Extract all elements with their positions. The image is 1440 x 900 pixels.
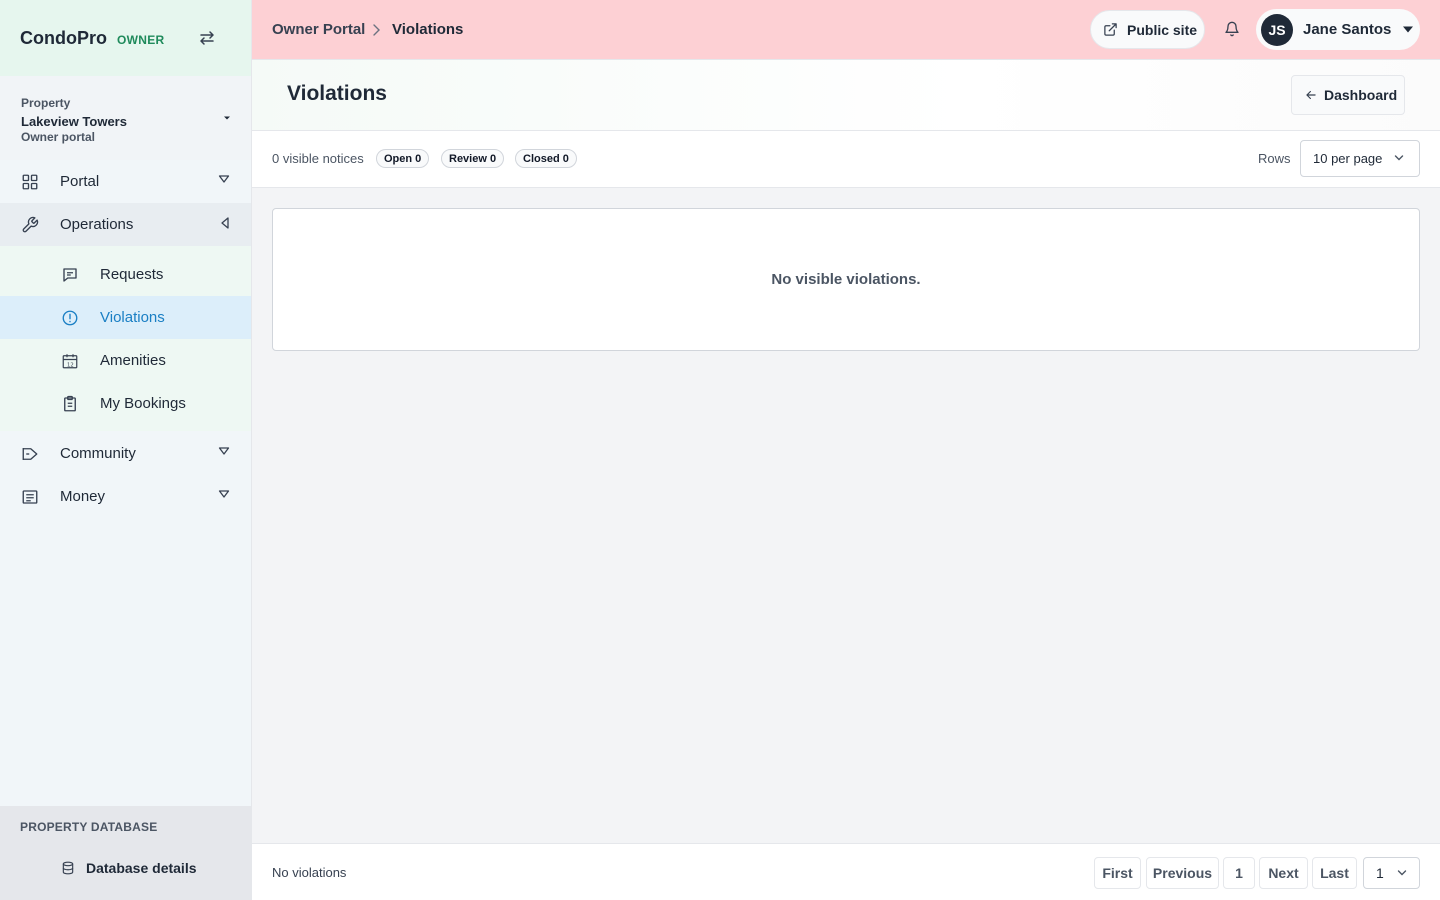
swap-icon[interactable] (196, 27, 218, 49)
operations-submenu: Requests Violations 12 Amenities My Book… (0, 246, 251, 431)
chevron-right-icon (371, 23, 381, 37)
nav-group-label: Money (60, 488, 106, 505)
property-label: Property (21, 96, 71, 110)
sidebar-item-my-bookings[interactable]: My Bookings (0, 382, 251, 425)
footer-status: No violations (272, 865, 347, 880)
database-section-title: PROPERTY DATABASE (20, 820, 158, 834)
property-subtitle: Owner portal (21, 130, 96, 144)
pagination-footer: No violations First Previous 1 Next Last… (252, 843, 1440, 900)
sidebar-item-amenities[interactable]: 12 Amenities (0, 339, 251, 382)
page-select[interactable]: 1 (1363, 857, 1420, 889)
status-pill-review[interactable]: Review 0 (441, 149, 505, 168)
nav-group-money[interactable]: Money (0, 475, 251, 518)
message-square-icon (60, 265, 80, 285)
bell-icon[interactable] (1224, 20, 1240, 38)
sidebar-item-label: Amenities (100, 352, 166, 369)
page-header: Violations Dashboard (252, 60, 1440, 131)
sidebar-item-violations[interactable]: Violations (0, 296, 251, 339)
svg-text:12: 12 (67, 362, 74, 368)
property-name: Lakeview Towers (21, 114, 127, 129)
user-menu-button[interactable]: JS Jane Santos (1256, 9, 1420, 50)
chevron-down-icon (218, 489, 230, 499)
nav-group-label: Community (60, 445, 136, 462)
chevron-down-icon (218, 174, 230, 184)
nav-group-label: Portal (60, 173, 100, 190)
rows-label: Rows (1258, 151, 1291, 166)
arrow-left-icon (1304, 88, 1318, 102)
nav-group-portal[interactable]: Portal (0, 160, 251, 203)
grid-icon (20, 172, 40, 192)
topbar: Owner Portal Violations Public site JS J… (252, 0, 1440, 60)
first-page-button[interactable]: First (1094, 857, 1141, 889)
sidebar: CondoPro OWNER Property Lakeview Towers … (0, 0, 252, 900)
role-badge: OWNER (117, 33, 165, 47)
rows-per-page-value: 10 per page (1313, 151, 1383, 166)
sidebar-item-label: Violations (100, 309, 165, 326)
rows-per-page-select[interactable]: 10 per page (1300, 140, 1420, 177)
status-pill-open[interactable]: Open 0 (376, 149, 430, 168)
next-page-button[interactable]: Next (1259, 857, 1308, 889)
page-select-value: 1 (1376, 865, 1384, 881)
breadcrumb-current: Violations (392, 21, 464, 38)
status-pill-closed[interactable]: Closed 0 (515, 149, 577, 168)
nav-group-operations[interactable]: Operations (0, 203, 251, 246)
calendar-icon: 12 (60, 351, 80, 371)
previous-page-button[interactable]: Previous (1146, 857, 1219, 889)
database-details-label: Database details (86, 860, 197, 876)
filter-bar: 0 visible notices Open 0 Review 0 Closed… (252, 131, 1440, 188)
breadcrumb-owner-portal[interactable]: Owner Portal (272, 21, 365, 38)
user-name: Jane Santos (1303, 21, 1392, 38)
chevron-down-icon (1394, 154, 1404, 162)
brand-header: CondoPro OWNER (0, 0, 251, 76)
page-title: Violations (287, 82, 387, 105)
external-link-icon (1103, 22, 1118, 37)
property-selector[interactable]: Property Lakeview Towers Owner portal (0, 76, 251, 160)
property-caret-icon[interactable] (223, 115, 231, 121)
alert-circle-icon (60, 308, 80, 328)
last-page-button[interactable]: Last (1312, 857, 1357, 889)
sidebar-item-label: Requests (100, 266, 164, 283)
public-site-label: Public site (1127, 21, 1198, 38)
receipt-icon (20, 487, 40, 507)
wrench-icon (20, 215, 40, 235)
avatar: JS (1261, 13, 1293, 46)
nav-group-community[interactable]: Community (0, 432, 251, 475)
sidebar-item-label: My Bookings (100, 395, 186, 412)
brand-name: CondoPro (20, 27, 107, 48)
violations-empty-card: No visible violations. (272, 208, 1420, 351)
chevron-down-icon (1397, 869, 1407, 877)
public-site-button[interactable]: Public site (1090, 10, 1205, 49)
chevron-down-icon (218, 446, 230, 456)
dashboard-button[interactable]: Dashboard (1291, 75, 1405, 115)
caret-down-icon (1402, 25, 1414, 34)
dashboard-label: Dashboard (1324, 87, 1398, 103)
page-number-button[interactable]: 1 (1223, 857, 1255, 889)
sidebar-item-requests[interactable]: Requests (0, 253, 251, 296)
visible-count: 0 visible notices (272, 151, 364, 166)
nav-group-label: Operations (60, 216, 134, 233)
database-icon (60, 860, 76, 876)
clipboard-icon (60, 394, 80, 414)
megaphone-icon (20, 444, 40, 464)
database-section: PROPERTY DATABASE Database details (0, 806, 251, 900)
chevron-left-icon (220, 216, 230, 230)
database-details-link[interactable]: Database details (0, 834, 251, 876)
empty-message: No visible violations. (771, 271, 921, 288)
